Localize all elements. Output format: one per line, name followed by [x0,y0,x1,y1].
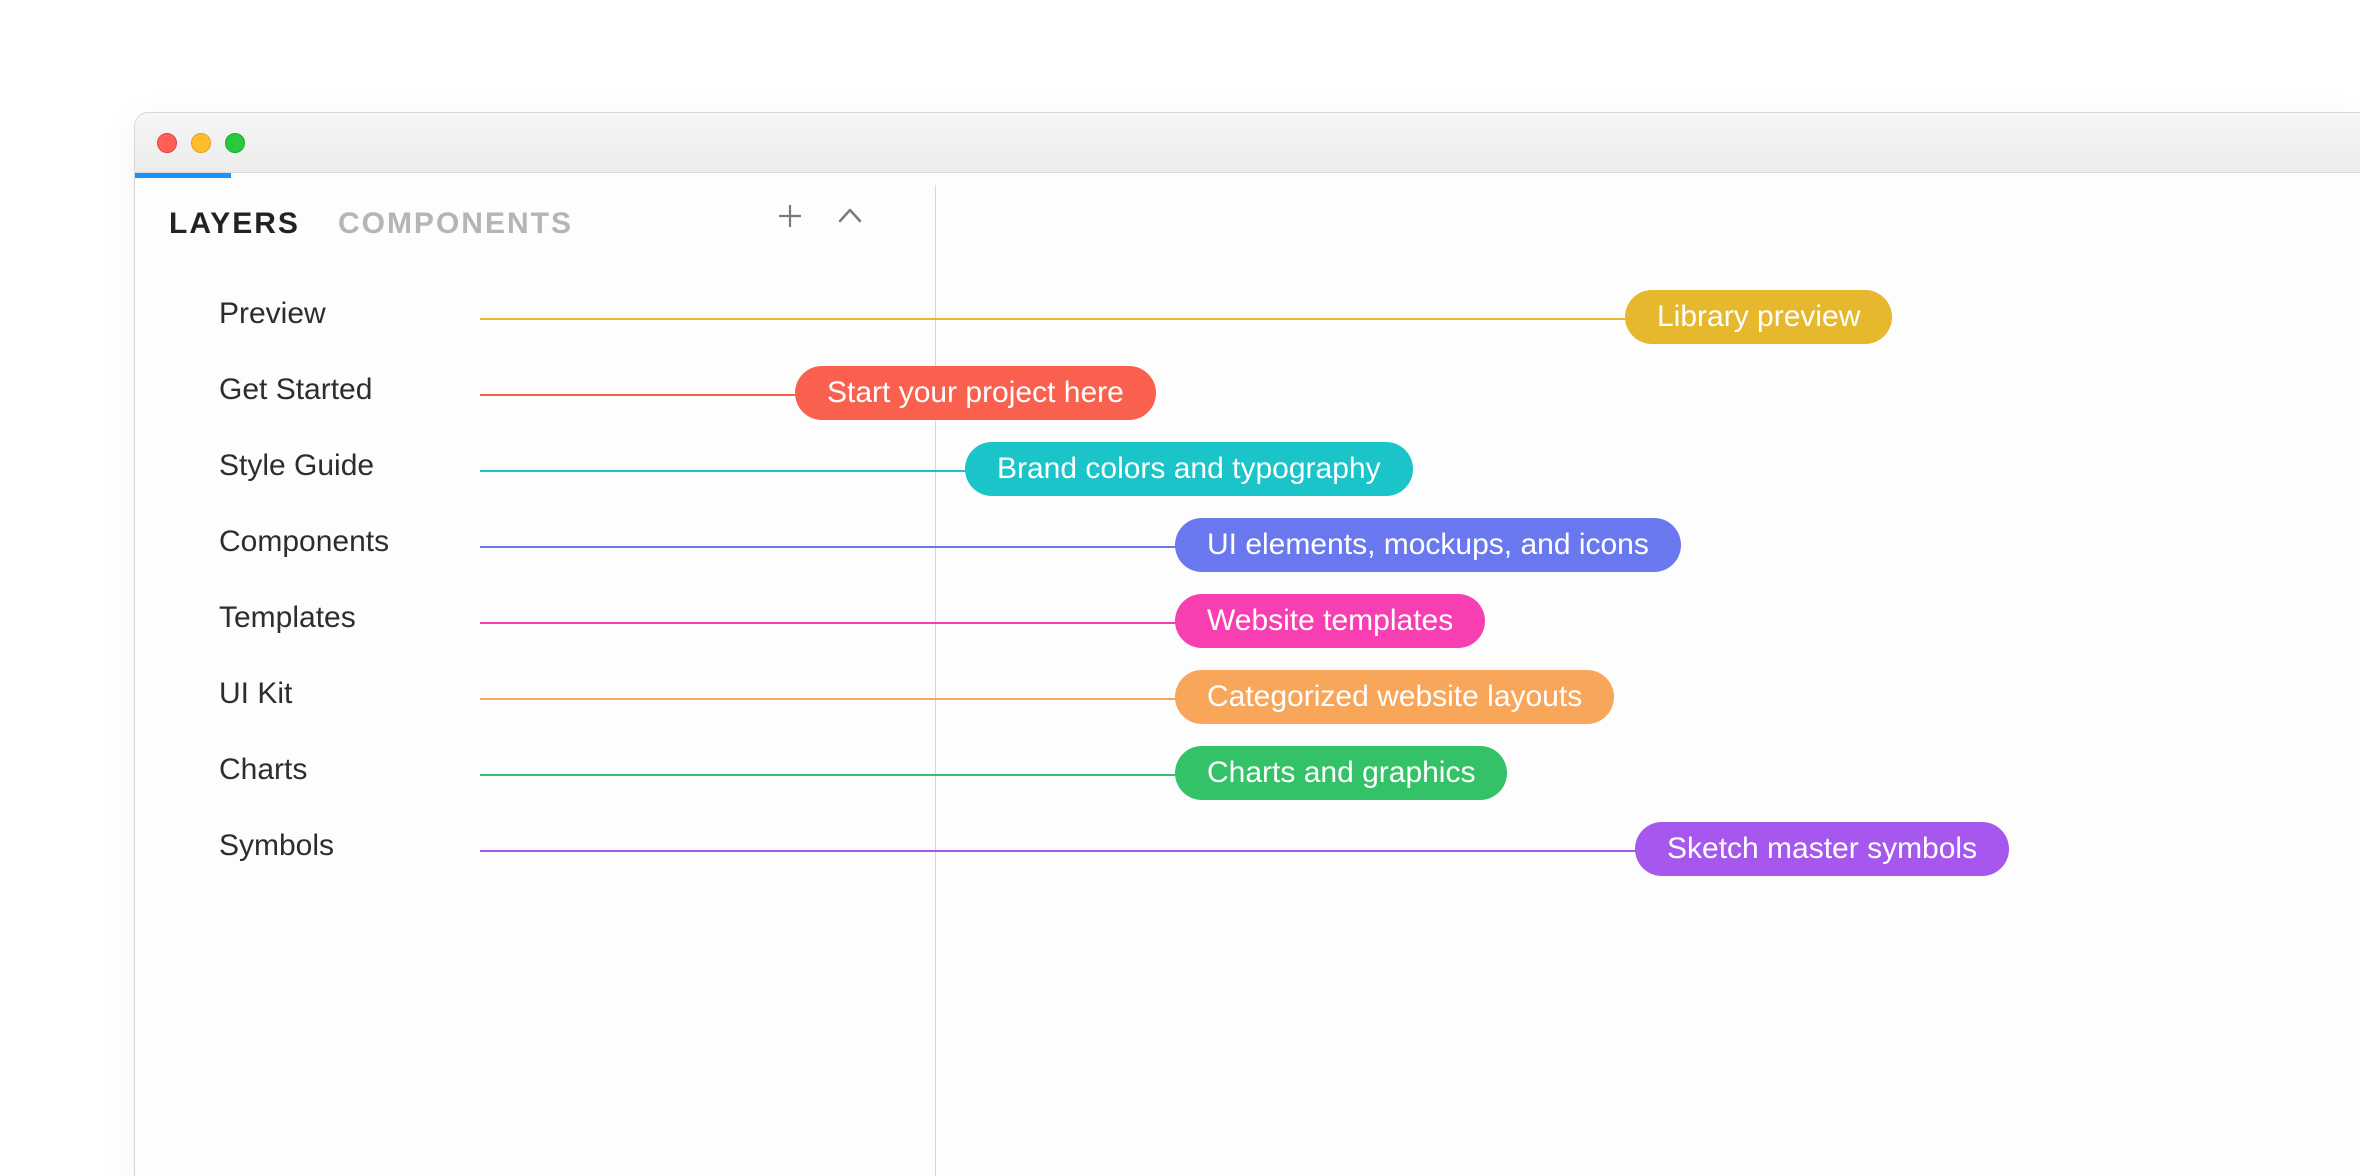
annotation-pill: Sketch master symbols [1635,822,2009,876]
page-name[interactable]: UI Kit [219,677,292,711]
zoom-window-button[interactable] [225,133,245,153]
sidebar-toolbar [775,201,865,231]
pages-list: Preview Library preview Get Started Start y… [135,281,2360,889]
window-controls [157,133,245,153]
annotation-connector [480,774,1195,776]
close-window-button[interactable] [157,133,177,153]
minimize-window-button[interactable] [191,133,211,153]
page-name[interactable]: Templates [219,601,356,635]
annotation-connector [480,470,985,472]
annotation-pill: Website templates [1175,594,1485,648]
page-row: UI Kit Categorized website layouts [135,661,2360,737]
active-tab-indicator [135,173,231,178]
annotation-connector [480,394,815,396]
add-page-icon[interactable] [775,201,805,231]
page-row: Symbols Sketch master symbols [135,813,2360,889]
page-row: Templates Website templates [135,585,2360,661]
sidebar-content: LAYERS COMPONENTS Preview Library preview… [135,173,2360,1176]
annotation-connector [480,546,1195,548]
annotation-pill: Charts and graphics [1175,746,1507,800]
tab-components[interactable]: COMPONENTS [338,207,573,241]
collapse-icon[interactable] [835,201,865,231]
page-name[interactable]: Get Started [219,373,372,407]
annotation-pill: UI elements, mockups, and icons [1175,518,1681,572]
page-row: Get Started Start your project here [135,357,2360,433]
titlebar [135,113,2360,173]
annotation-connector [480,698,1195,700]
annotation-connector [480,318,1645,320]
page-name[interactable]: Style Guide [219,449,374,483]
tab-layers[interactable]: LAYERS [169,207,300,241]
page-row: Preview Library preview [135,281,2360,357]
page-row: Charts Charts and graphics [135,737,2360,813]
page-name[interactable]: Preview [219,297,326,331]
annotation-connector [480,622,1195,624]
annotation-pill: Brand colors and typography [965,442,1413,496]
app-window: LAYERS COMPONENTS Preview Library preview… [134,112,2360,1176]
sidebar-tabs: LAYERS COMPONENTS [169,207,573,241]
page-row: Style Guide Brand colors and typography [135,433,2360,509]
annotation-pill: Categorized website layouts [1175,670,1614,724]
page-name[interactable]: Symbols [219,829,334,863]
annotation-pill: Library preview [1625,290,1892,344]
page-name[interactable]: Components [219,525,389,559]
annotation-connector [480,850,1655,852]
annotation-pill: Start your project here [795,366,1156,420]
page-name[interactable]: Charts [219,753,307,787]
page-row: Components UI elements, mockups, and icon… [135,509,2360,585]
